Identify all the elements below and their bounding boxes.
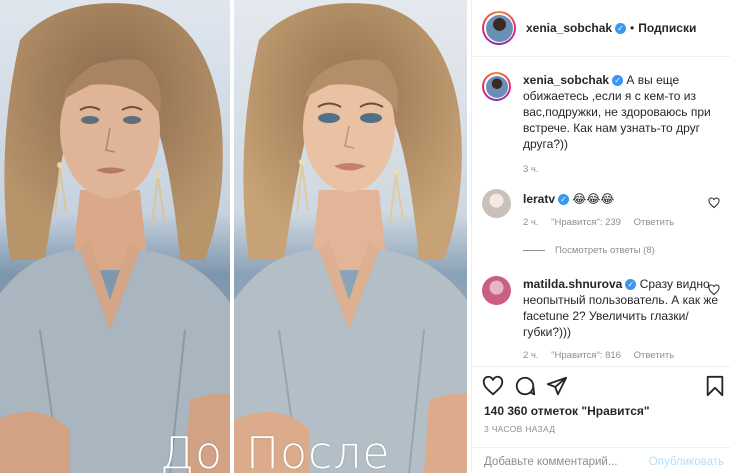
verified-icon: ✓ <box>625 279 637 291</box>
comment-item: matilda.shnurova ✓ Сразу видно неопытный … <box>482 276 722 361</box>
post-header: xenia_sobchak ✓ • Подписки <box>472 0 730 57</box>
heart-icon[interactable] <box>708 197 720 209</box>
share-icon[interactable] <box>546 375 568 397</box>
post-caption: xenia_sobchak ✓ А вы еще обижаетесь ,если… <box>482 72 722 175</box>
comment-text: 😂😂😂 <box>572 192 615 206</box>
follow-button[interactable]: Подписки <box>638 21 696 35</box>
view-replies-label: Посмотреть ответы (8) <box>555 245 655 256</box>
comment-time[interactable]: 2 ч. <box>523 350 539 361</box>
commenter-avatar[interactable] <box>482 189 511 218</box>
comments-list[interactable]: xenia_sobchak ✓ А вы еще обижаетесь ,если… <box>472 58 730 366</box>
commenter-avatar[interactable] <box>482 276 511 305</box>
bookmark-icon[interactable] <box>704 375 726 397</box>
separator-dot: • <box>630 21 635 35</box>
caption-time[interactable]: 3 ч. <box>523 164 539 175</box>
commenter-username[interactable]: matilda.shnurova <box>523 277 622 291</box>
after-photo-panel: После <box>234 0 467 473</box>
before-caption: До <box>160 428 224 473</box>
heart-icon[interactable] <box>708 284 720 296</box>
heart-icon[interactable] <box>482 375 504 397</box>
post-photo[interactable]: До После <box>0 0 471 473</box>
view-replies-button[interactable]: Посмотреть ответы (8) <box>523 245 655 256</box>
comment-likes[interactable]: "Нравится": 816 <box>551 350 621 361</box>
reply-button[interactable]: Ответить <box>634 350 675 361</box>
replies-divider <box>523 250 545 251</box>
verified-icon: ✓ <box>615 22 627 34</box>
comment-likes[interactable]: "Нравится": 239 <box>551 217 621 228</box>
author-username[interactable]: xenia_sobchak <box>526 21 612 35</box>
post-comment-button[interactable]: Опубликовать <box>649 456 724 468</box>
post-sidebar: xenia_sobchak ✓ • Подписки xenia_sobchak… <box>471 0 730 473</box>
caption-author-avatar[interactable] <box>482 72 511 101</box>
verified-icon: ✓ <box>558 194 570 206</box>
commenter-username[interactable]: leratv <box>523 192 555 206</box>
add-comment-bar: Опубликовать <box>472 447 730 473</box>
action-icons <box>482 375 724 399</box>
verified-icon: ✓ <box>612 75 624 87</box>
before-photo-panel: До <box>0 0 230 473</box>
comment-time[interactable]: 2 ч. <box>523 217 539 228</box>
post-time-ago[interactable]: 3 ЧАСОВ НАЗАД <box>484 424 555 434</box>
comment-item: leratv ✓ 😂😂😂 2 ч. "Нравится": 239 Ответит… <box>482 189 722 228</box>
caption-username[interactable]: xenia_sobchak <box>523 73 609 87</box>
before-portrait-image <box>0 0 230 473</box>
reply-button[interactable]: Ответить <box>634 217 675 228</box>
likes-count[interactable]: 140 360 отметок "Нравится" <box>484 404 650 418</box>
after-portrait-image <box>234 0 467 473</box>
comment-icon[interactable] <box>514 375 536 397</box>
comment-input[interactable] <box>484 456 634 468</box>
after-caption: После <box>246 428 391 473</box>
author-avatar[interactable] <box>482 11 516 45</box>
post-actions: 140 360 отметок "Нравится" 3 ЧАСОВ НАЗАД… <box>472 366 730 473</box>
